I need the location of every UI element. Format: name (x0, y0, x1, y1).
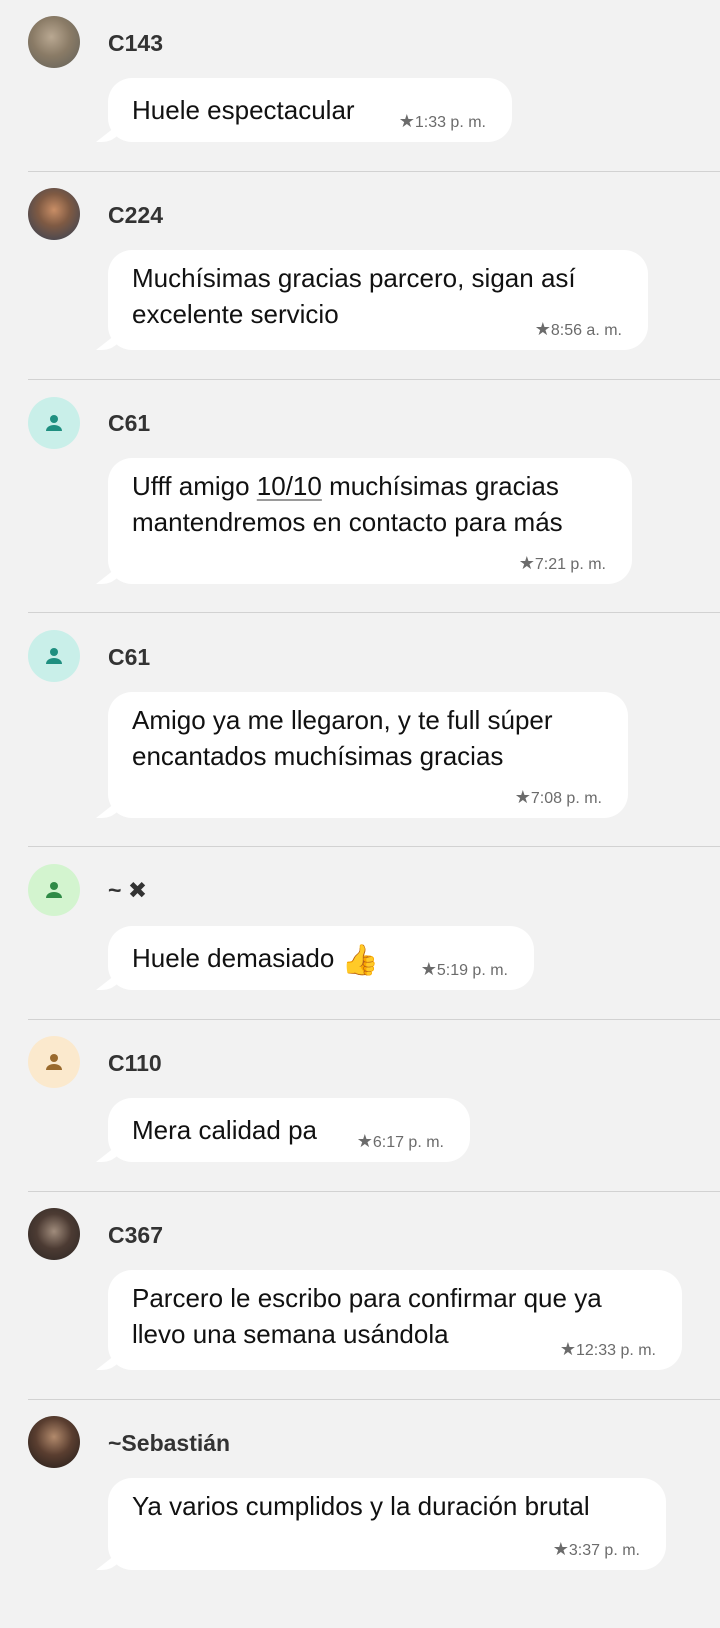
message-time: 12:33 p. m. (575, 1342, 656, 1359)
sender-name: ~ ✖ (108, 877, 148, 903)
message-text: Huele espectacular (132, 95, 355, 125)
person-icon (46, 882, 62, 898)
sender-name: C224 (108, 202, 163, 228)
message-bubble[interactable]: Mera calidad pa ★6:17 p. m. (108, 1098, 470, 1162)
message-link[interactable]: 10/10 (257, 471, 322, 501)
sender-name: C61 (108, 410, 151, 436)
star-icon: ★ (518, 553, 535, 573)
sender-name: C367 (108, 1222, 163, 1248)
person-icon (46, 1054, 62, 1070)
message-meta: ★1:33 p. m. (399, 111, 486, 132)
message-time: 1:33 p. m. (414, 114, 486, 131)
message-bubble[interactable]: Huele demasiado 👍 ★5:19 p. m. (108, 926, 534, 990)
star-icon: ★ (398, 111, 415, 131)
message-bubble[interactable]: Muchísimas gracias parcero, sigan así ex… (108, 250, 648, 350)
avatar[interactable] (28, 188, 80, 240)
avatar[interactable] (28, 16, 80, 68)
divider (28, 1399, 720, 1400)
avatar[interactable] (28, 1036, 80, 1088)
avatar[interactable] (28, 864, 80, 916)
message-time: 8:56 a. m. (550, 322, 622, 339)
star-icon: ★ (552, 1539, 569, 1559)
avatar[interactable] (28, 397, 80, 449)
message-text: Amigo ya me llegaron, y te full súper en… (132, 705, 553, 771)
star-icon: ★ (420, 959, 437, 979)
message-bubble[interactable]: Ufff amigo 10/10 muchísimas gracias mant… (108, 458, 632, 584)
message-text: Ya varios cumplidos y la duración brutal (132, 1491, 590, 1521)
message-bubble[interactable]: Amigo ya me llegaron, y te full súper en… (108, 692, 628, 818)
star-icon: ★ (514, 787, 531, 807)
divider (28, 1191, 720, 1192)
message-text: Ufff amigo 10/10 muchísimas gracias mant… (132, 471, 563, 537)
star-icon: ★ (534, 319, 551, 339)
message-meta: ★6:17 p. m. (357, 1131, 444, 1152)
thumbs-up-icon: 👍 (341, 944, 379, 977)
avatar[interactable] (28, 1208, 80, 1260)
message-time: 6:17 p. m. (372, 1134, 444, 1151)
divider (28, 379, 720, 380)
message-time: 7:08 p. m. (530, 790, 602, 807)
person-icon (46, 415, 62, 431)
star-icon: ★ (559, 1339, 576, 1359)
message-bubble[interactable]: Huele espectacular ★1:33 p. m. (108, 78, 512, 142)
sender-name: C61 (108, 644, 151, 670)
person-icon (46, 648, 62, 664)
message-text: Mera calidad pa (132, 1115, 317, 1145)
sender-name: C110 (108, 1050, 162, 1076)
divider (28, 171, 720, 172)
divider (28, 612, 720, 613)
message-time: 7:21 p. m. (534, 556, 606, 573)
message-meta: ★12:33 p. m. (560, 1339, 656, 1360)
message-meta: ★3:37 p. m. (553, 1539, 640, 1560)
avatar[interactable] (28, 1416, 80, 1468)
message-bubble[interactable]: Ya varios cumplidos y la duración brutal… (108, 1478, 666, 1570)
message-meta: ★7:08 p. m. (515, 787, 602, 808)
avatar[interactable] (28, 630, 80, 682)
star-icon: ★ (356, 1131, 373, 1151)
divider (28, 1019, 720, 1020)
sender-name: C143 (108, 30, 163, 56)
message-meta: ★7:21 p. m. (519, 553, 606, 574)
message-feed: C143 Huele espectacular ★1:33 p. m. C224… (0, 0, 720, 1628)
message-bubble[interactable]: Parcero le escribo para confirmar que ya… (108, 1270, 682, 1370)
divider (28, 846, 720, 847)
message-time: 5:19 p. m. (436, 962, 508, 979)
message-text: Huele demasiado 👍 (132, 943, 379, 977)
message-meta: ★8:56 a. m. (535, 319, 622, 340)
message-meta: ★5:19 p. m. (421, 959, 508, 980)
message-time: 3:37 p. m. (568, 1542, 640, 1559)
sender-name: ~Sebastián (108, 1430, 231, 1456)
